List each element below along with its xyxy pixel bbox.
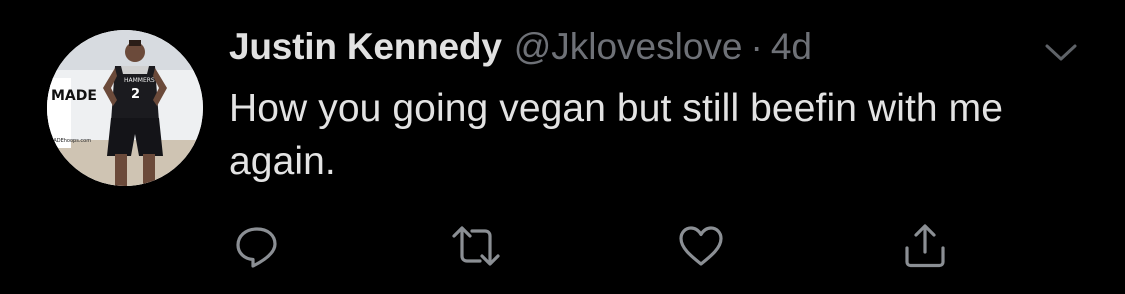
avatar-jersey-number: 2	[131, 87, 140, 102]
reply-icon[interactable]	[231, 220, 283, 272]
avatar-banner-text: MADE	[51, 88, 97, 104]
chevron-down-icon[interactable]	[1041, 38, 1081, 66]
tweet-header: Justin Kennedy @Jkloveslove · 4d	[229, 26, 812, 76]
avatar-jersey-text: HAMMERS	[124, 77, 155, 84]
timestamp[interactable]: 4d	[771, 26, 812, 68]
tweet-text: How you going vegan but still beefin wit…	[229, 87, 1004, 183]
avatar-site-text: MADEhoops.com	[49, 138, 91, 144]
tweet-card[interactable]: MADE MADEhoops.com HAMMERS 2 Justin Kenn…	[0, 0, 1125, 294]
separator-dot: ·	[750, 26, 763, 67]
display-name[interactable]: Justin Kennedy	[229, 26, 502, 68]
share-icon[interactable]	[899, 220, 951, 272]
retweet-icon[interactable]	[450, 220, 502, 272]
handle[interactable]: @Jkloveslove	[514, 26, 743, 68]
heart-icon[interactable]	[675, 220, 727, 272]
avatar-image: MADE MADEhoops.com HAMMERS 2	[47, 30, 203, 186]
avatar[interactable]: MADE MADEhoops.com HAMMERS 2	[47, 30, 203, 186]
